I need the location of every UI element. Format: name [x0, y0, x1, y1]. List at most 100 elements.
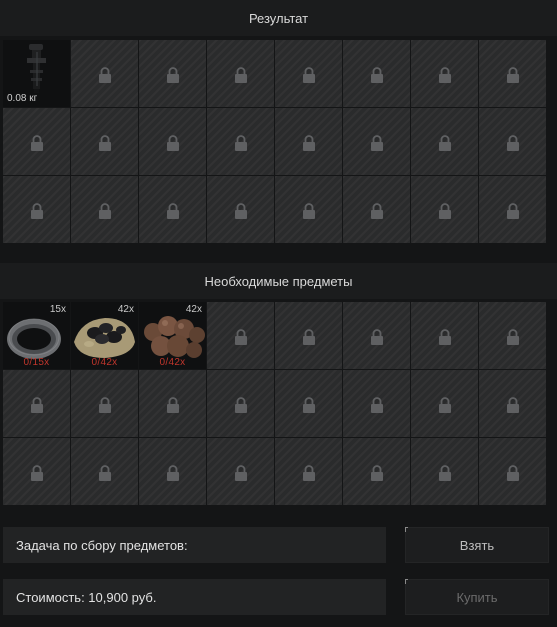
buy-button[interactable]: Купить	[405, 579, 549, 615]
locked-slot	[3, 370, 70, 437]
lock-icon	[370, 328, 383, 345]
locked-slot	[275, 40, 342, 107]
result-section-title: Результат	[0, 0, 557, 36]
lock-icon	[302, 328, 315, 345]
locked-slot	[275, 370, 342, 437]
locked-slot	[3, 176, 70, 243]
locked-slot	[139, 108, 206, 175]
locked-slot	[343, 40, 410, 107]
lock-icon	[302, 66, 315, 83]
locked-slot	[207, 370, 274, 437]
locked-slot	[343, 302, 410, 369]
locked-slot	[207, 40, 274, 107]
take-button-label: Взять	[459, 537, 495, 553]
locked-slot	[343, 176, 410, 243]
locked-slot	[139, 40, 206, 107]
lock-icon	[98, 202, 111, 219]
corner-accent	[405, 527, 408, 532]
locked-slot	[411, 108, 478, 175]
lock-icon	[302, 464, 315, 481]
required-item-slot[interactable]: 42x 0/42x	[139, 302, 206, 369]
lock-icon	[506, 202, 519, 219]
lock-icon	[370, 134, 383, 151]
locked-slot	[479, 40, 546, 107]
locked-slot	[479, 176, 546, 243]
lock-icon	[506, 328, 519, 345]
lock-icon	[30, 396, 43, 413]
locked-slot	[207, 176, 274, 243]
locked-slot	[3, 108, 70, 175]
locked-slot	[343, 438, 410, 505]
locked-slot	[71, 176, 138, 243]
lock-icon	[234, 66, 247, 83]
lock-icon	[506, 134, 519, 151]
lock-icon	[98, 134, 111, 151]
locked-slot	[411, 438, 478, 505]
lock-icon	[438, 328, 451, 345]
lock-icon	[302, 396, 315, 413]
locked-slot	[275, 302, 342, 369]
item-progress: 0/42x	[159, 357, 186, 368]
locked-slot	[71, 370, 138, 437]
buy-button-label: Купить	[456, 589, 498, 605]
lock-icon	[98, 396, 111, 413]
lock-icon	[370, 464, 383, 481]
required-item-slot[interactable]: 42x 0/42x	[71, 302, 138, 369]
locked-slot	[479, 438, 546, 505]
corner-accent	[405, 579, 408, 584]
lock-icon	[234, 328, 247, 345]
locked-slot	[3, 438, 70, 505]
locked-slot	[343, 370, 410, 437]
locked-slot	[479, 370, 546, 437]
lock-icon	[370, 396, 383, 413]
locked-slot	[275, 438, 342, 505]
lock-icon	[234, 202, 247, 219]
locked-slot	[275, 176, 342, 243]
required-item-slot[interactable]: 15x 0/15x	[3, 302, 70, 369]
result-item-slot[interactable]: 0.08 кг	[3, 40, 70, 107]
locked-slot	[71, 438, 138, 505]
lock-icon	[506, 396, 519, 413]
locked-slot	[411, 302, 478, 369]
lock-icon	[98, 66, 111, 83]
locked-slot	[71, 40, 138, 107]
locked-slot	[275, 108, 342, 175]
item-progress: 0/15x	[23, 357, 50, 368]
locked-slot	[139, 438, 206, 505]
result-grid: 0.08 кг	[3, 40, 546, 243]
lock-icon	[506, 464, 519, 481]
lock-icon	[166, 66, 179, 83]
lock-icon	[30, 134, 43, 151]
locked-slot	[479, 302, 546, 369]
locked-slot	[139, 370, 206, 437]
lock-icon	[166, 134, 179, 151]
cost-label: Стоимость: 10,900 руб.	[3, 579, 386, 615]
lock-icon	[98, 464, 111, 481]
lock-icon	[302, 202, 315, 219]
item-weight: 0.08 кг	[7, 93, 38, 104]
lock-icon	[370, 66, 383, 83]
locked-slot	[207, 108, 274, 175]
locked-slot	[479, 108, 546, 175]
item-count: 15x	[49, 304, 66, 315]
lock-icon	[166, 396, 179, 413]
lock-icon	[234, 396, 247, 413]
lock-icon	[506, 66, 519, 83]
lock-icon	[438, 66, 451, 83]
lock-icon	[370, 202, 383, 219]
lock-icon	[166, 202, 179, 219]
lock-icon	[30, 202, 43, 219]
lock-icon	[438, 396, 451, 413]
item-count: 42x	[185, 304, 202, 315]
locked-slot	[207, 438, 274, 505]
take-button[interactable]: Взять	[405, 527, 549, 563]
locked-slot	[207, 302, 274, 369]
lock-icon	[438, 202, 451, 219]
lock-icon	[234, 134, 247, 151]
locked-slot	[411, 40, 478, 107]
locked-slot	[71, 108, 138, 175]
locked-slot	[343, 108, 410, 175]
lock-icon	[30, 464, 43, 481]
item-progress: 0/42x	[91, 357, 118, 368]
task-label: Задача по сбору предметов:	[3, 527, 386, 563]
